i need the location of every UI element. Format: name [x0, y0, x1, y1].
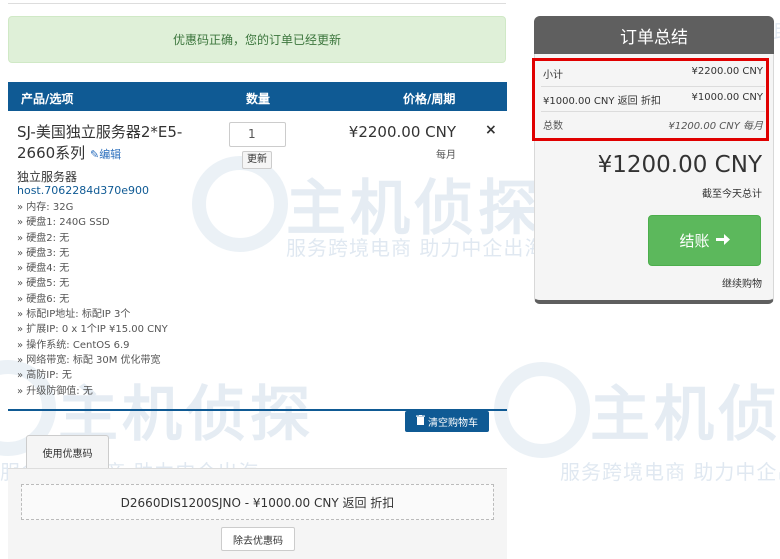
checkout-label: 结账 — [679, 232, 710, 250]
option-item: » 硬盘4: 无 — [17, 263, 70, 275]
remove-item-icon[interactable]: × — [485, 122, 497, 138]
highlight-box — [532, 58, 769, 141]
product-hostname: host.7062284d370e900 — [17, 184, 149, 197]
alert-message: 优惠码正确，您的订单已经更新 — [172, 33, 341, 47]
header-qty: 数量 — [246, 92, 271, 106]
edit-label: 编辑 — [99, 148, 122, 161]
cart-table-header: 产品/选项 数量 价格/周期 — [8, 82, 507, 111]
checkout-button[interactable]: 结账 — [648, 215, 761, 266]
watermark-logo-circle — [192, 156, 288, 252]
product-options-list: » 内存: 32G » 硬盘1: 240G SSD » 硬盘2: 无 » 硬盘3… — [17, 200, 168, 399]
billing-cycle: 每月 — [436, 150, 456, 161]
watermark-logo: 主机侦探 — [590, 380, 780, 450]
watermark-tagline: 服务跨境电商 助力中企出海 — [560, 460, 780, 484]
total-due-amount: ¥1200.00 CNY — [597, 152, 762, 178]
item-price: ¥2200.00 CNY — [348, 123, 456, 141]
top-divider — [8, 3, 506, 4]
option-item: » 高防IP: 无 — [17, 370, 72, 382]
product-group: 独立服务器 — [17, 170, 78, 184]
continue-shopping-link[interactable]: 继续购物 — [690, 275, 762, 290]
success-alert: 优惠码正确，您的订单已经更新 — [8, 16, 506, 63]
quantity-input[interactable]: 1 — [229, 122, 286, 147]
edit-link[interactable]: ✎编辑 — [90, 148, 121, 161]
option-item: » 硬盘6: 无 — [17, 293, 70, 305]
header-price: 价格/周期 — [403, 92, 456, 106]
option-item: » 内存: 32G — [17, 202, 74, 213]
update-quantity-button[interactable]: 更新 — [242, 151, 272, 169]
tab-use-promo-code[interactable]: 使用优惠码 — [26, 435, 109, 468]
option-item: » 操作系统: CentOS 6.9 — [17, 339, 130, 351]
arrow-right-icon — [715, 232, 730, 250]
product-name-block: SJ-美国独立服务器2*E5-2660系列 ✎编辑 — [17, 122, 217, 165]
option-item: » 硬盘5: 无 — [17, 278, 70, 290]
due-today-label: 截至今天总计 — [702, 189, 762, 200]
watermark-logo-circle — [494, 362, 590, 458]
option-item: » 扩展IP: 0 x 1个IP ¥15.00 CNY — [17, 324, 168, 336]
empty-cart-label: 清空购物车 — [428, 418, 478, 429]
option-item: » 标配IP地址: 标配IP 3个 — [17, 309, 131, 321]
empty-cart-button[interactable]: 清空购物车 — [405, 411, 489, 432]
option-item: » 硬盘3: 无 — [17, 247, 70, 259]
option-item: » 网络带宽: 标配 30M 优化带宽 — [17, 354, 161, 366]
applied-promo-code: D2660DIS1200SJNO - ¥1000.00 CNY 返回 折扣 — [21, 484, 494, 520]
trash-icon — [416, 415, 425, 428]
option-item: » 硬盘1: 240G SSD — [17, 217, 110, 229]
option-item: » 升级防御值: 无 — [17, 385, 93, 397]
option-item: » 硬盘2: 无 — [17, 232, 70, 244]
remove-promo-button[interactable]: 除去优惠码 — [221, 527, 295, 551]
watermark-tagline: 服务跨境电商 助力中企出海 — [286, 236, 546, 260]
pencil-icon: ✎ — [89, 148, 100, 161]
order-summary-title: 订单总结 — [534, 16, 774, 54]
header-product: 产品/选项 — [21, 92, 74, 106]
